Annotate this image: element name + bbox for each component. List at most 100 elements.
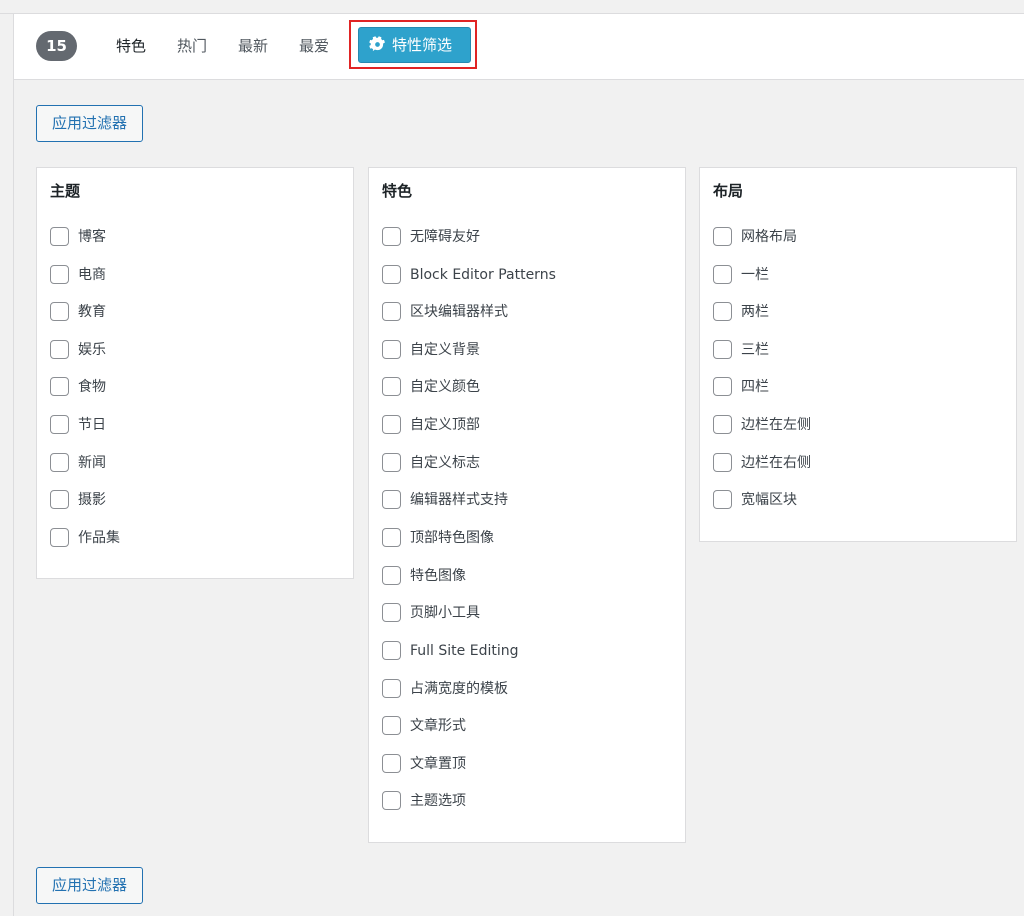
filter-option[interactable]: 新闻 (50, 453, 106, 473)
checkbox[interactable] (713, 377, 732, 396)
filter-option[interactable]: 教育 (50, 302, 106, 322)
filter-option[interactable]: 无障碍友好 (382, 227, 480, 247)
feature-filter-button[interactable]: 特性筛选 (358, 27, 471, 63)
filter-option[interactable]: 网格布局 (713, 227, 797, 247)
option-label: 三栏 (741, 342, 769, 358)
filter-option[interactable]: 主题选项 (382, 791, 466, 811)
option-label: 边栏在左侧 (741, 417, 811, 433)
option-label: 文章形式 (410, 718, 466, 734)
filter-group-subject: 主题 博客 电商 教育 娱乐 食物 节日 新闻 摄影 作品集 (36, 167, 354, 579)
option-label: Block Editor Patterns (410, 267, 556, 283)
filter-option[interactable]: 节日 (50, 415, 106, 435)
option-label: 边栏在右侧 (741, 455, 811, 471)
checkbox[interactable] (50, 528, 69, 547)
checkbox[interactable] (50, 302, 69, 321)
option-label: 自定义颜色 (410, 379, 480, 395)
filter-option[interactable]: Full Site Editing (382, 641, 518, 661)
filter-option[interactable]: 一栏 (713, 265, 769, 285)
filter-option[interactable]: 宽幅区块 (713, 490, 797, 510)
tab-favorites[interactable]: 最爱 (299, 36, 329, 56)
option-label: 自定义背景 (410, 342, 480, 358)
checkbox[interactable] (382, 566, 401, 585)
filter-option[interactable]: 文章置顶 (382, 754, 466, 774)
checkbox[interactable] (382, 490, 401, 509)
apply-filters-button-top[interactable]: 应用过滤器 (36, 105, 143, 142)
checkbox[interactable] (382, 265, 401, 284)
filter-option[interactable]: 文章形式 (382, 716, 466, 736)
checkbox[interactable] (382, 679, 401, 698)
filter-option[interactable]: 自定义颜色 (382, 377, 480, 397)
filter-option[interactable]: 占满宽度的模板 (382, 679, 508, 699)
option-label: 娱乐 (78, 342, 106, 358)
option-label: 博客 (78, 229, 106, 245)
theme-filter-bar: 15 特色 热门 最新 最爱 特性筛选 (14, 14, 1024, 80)
checkbox[interactable] (382, 603, 401, 622)
option-label: 自定义顶部 (410, 417, 480, 433)
option-label: 新闻 (78, 455, 106, 471)
filter-option[interactable]: 边栏在右侧 (713, 453, 811, 473)
filter-group-features: 特色 无障碍友好 Block Editor Patterns 区块编辑器样式 自… (368, 167, 686, 843)
checkbox[interactable] (50, 265, 69, 284)
filter-option[interactable]: 四栏 (713, 377, 769, 397)
checkbox[interactable] (50, 377, 69, 396)
apply-filters-button-bottom[interactable]: 应用过滤器 (36, 867, 143, 904)
tab-latest[interactable]: 最新 (238, 36, 268, 56)
checkbox[interactable] (713, 415, 732, 434)
checkbox[interactable] (50, 490, 69, 509)
filter-option[interactable]: 边栏在左侧 (713, 415, 811, 435)
filter-option[interactable]: Block Editor Patterns (382, 265, 556, 285)
group-title-layout: 布局 (713, 182, 744, 200)
option-label: 编辑器样式支持 (410, 492, 508, 508)
option-label: 节日 (78, 417, 106, 433)
filter-option[interactable]: 区块编辑器样式 (382, 302, 508, 322)
filter-option[interactable]: 博客 (50, 227, 106, 247)
checkbox[interactable] (382, 716, 401, 735)
filter-option[interactable]: 两栏 (713, 302, 769, 322)
checkbox[interactable] (713, 490, 732, 509)
checkbox[interactable] (382, 791, 401, 810)
checkbox[interactable] (713, 227, 732, 246)
checkbox[interactable] (382, 227, 401, 246)
checkbox[interactable] (382, 340, 401, 359)
option-label: 区块编辑器样式 (410, 304, 508, 320)
filter-option[interactable]: 编辑器样式支持 (382, 490, 508, 510)
option-label: 电商 (78, 267, 106, 283)
checkbox[interactable] (713, 302, 732, 321)
checkbox[interactable] (50, 453, 69, 472)
filter-option[interactable]: 娱乐 (50, 340, 106, 360)
option-label: 宽幅区块 (741, 492, 797, 508)
filter-option[interactable]: 电商 (50, 265, 106, 285)
checkbox[interactable] (382, 377, 401, 396)
checkbox[interactable] (382, 302, 401, 321)
checkbox[interactable] (713, 453, 732, 472)
filter-option[interactable]: 食物 (50, 377, 106, 397)
group-title-subject: 主题 (50, 182, 81, 200)
option-label: 网格布局 (741, 229, 797, 245)
checkbox[interactable] (382, 415, 401, 434)
checkbox[interactable] (382, 528, 401, 547)
tab-featured[interactable]: 特色 (116, 36, 146, 56)
filter-option[interactable]: 自定义背景 (382, 340, 480, 360)
filter-option[interactable]: 三栏 (713, 340, 769, 360)
option-label: Full Site Editing (410, 643, 519, 659)
filter-option[interactable]: 摄影 (50, 490, 106, 510)
checkbox[interactable] (382, 453, 401, 472)
option-label: 顶部特色图像 (410, 530, 494, 546)
checkbox[interactable] (382, 641, 401, 660)
option-label: 主题选项 (410, 793, 466, 809)
gear-icon (369, 36, 385, 52)
option-label: 页脚小工具 (410, 605, 480, 621)
filter-option[interactable]: 自定义顶部 (382, 415, 480, 435)
filter-option[interactable]: 自定义标志 (382, 453, 480, 473)
checkbox[interactable] (382, 754, 401, 773)
filter-option[interactable]: 页脚小工具 (382, 603, 480, 623)
filter-option[interactable]: 特色图像 (382, 566, 466, 586)
tab-popular[interactable]: 热门 (177, 36, 207, 56)
checkbox[interactable] (713, 265, 732, 284)
checkbox[interactable] (50, 227, 69, 246)
filter-option[interactable]: 作品集 (50, 528, 120, 548)
filter-option[interactable]: 顶部特色图像 (382, 528, 494, 548)
checkbox[interactable] (50, 340, 69, 359)
checkbox[interactable] (50, 415, 69, 434)
checkbox[interactable] (713, 340, 732, 359)
